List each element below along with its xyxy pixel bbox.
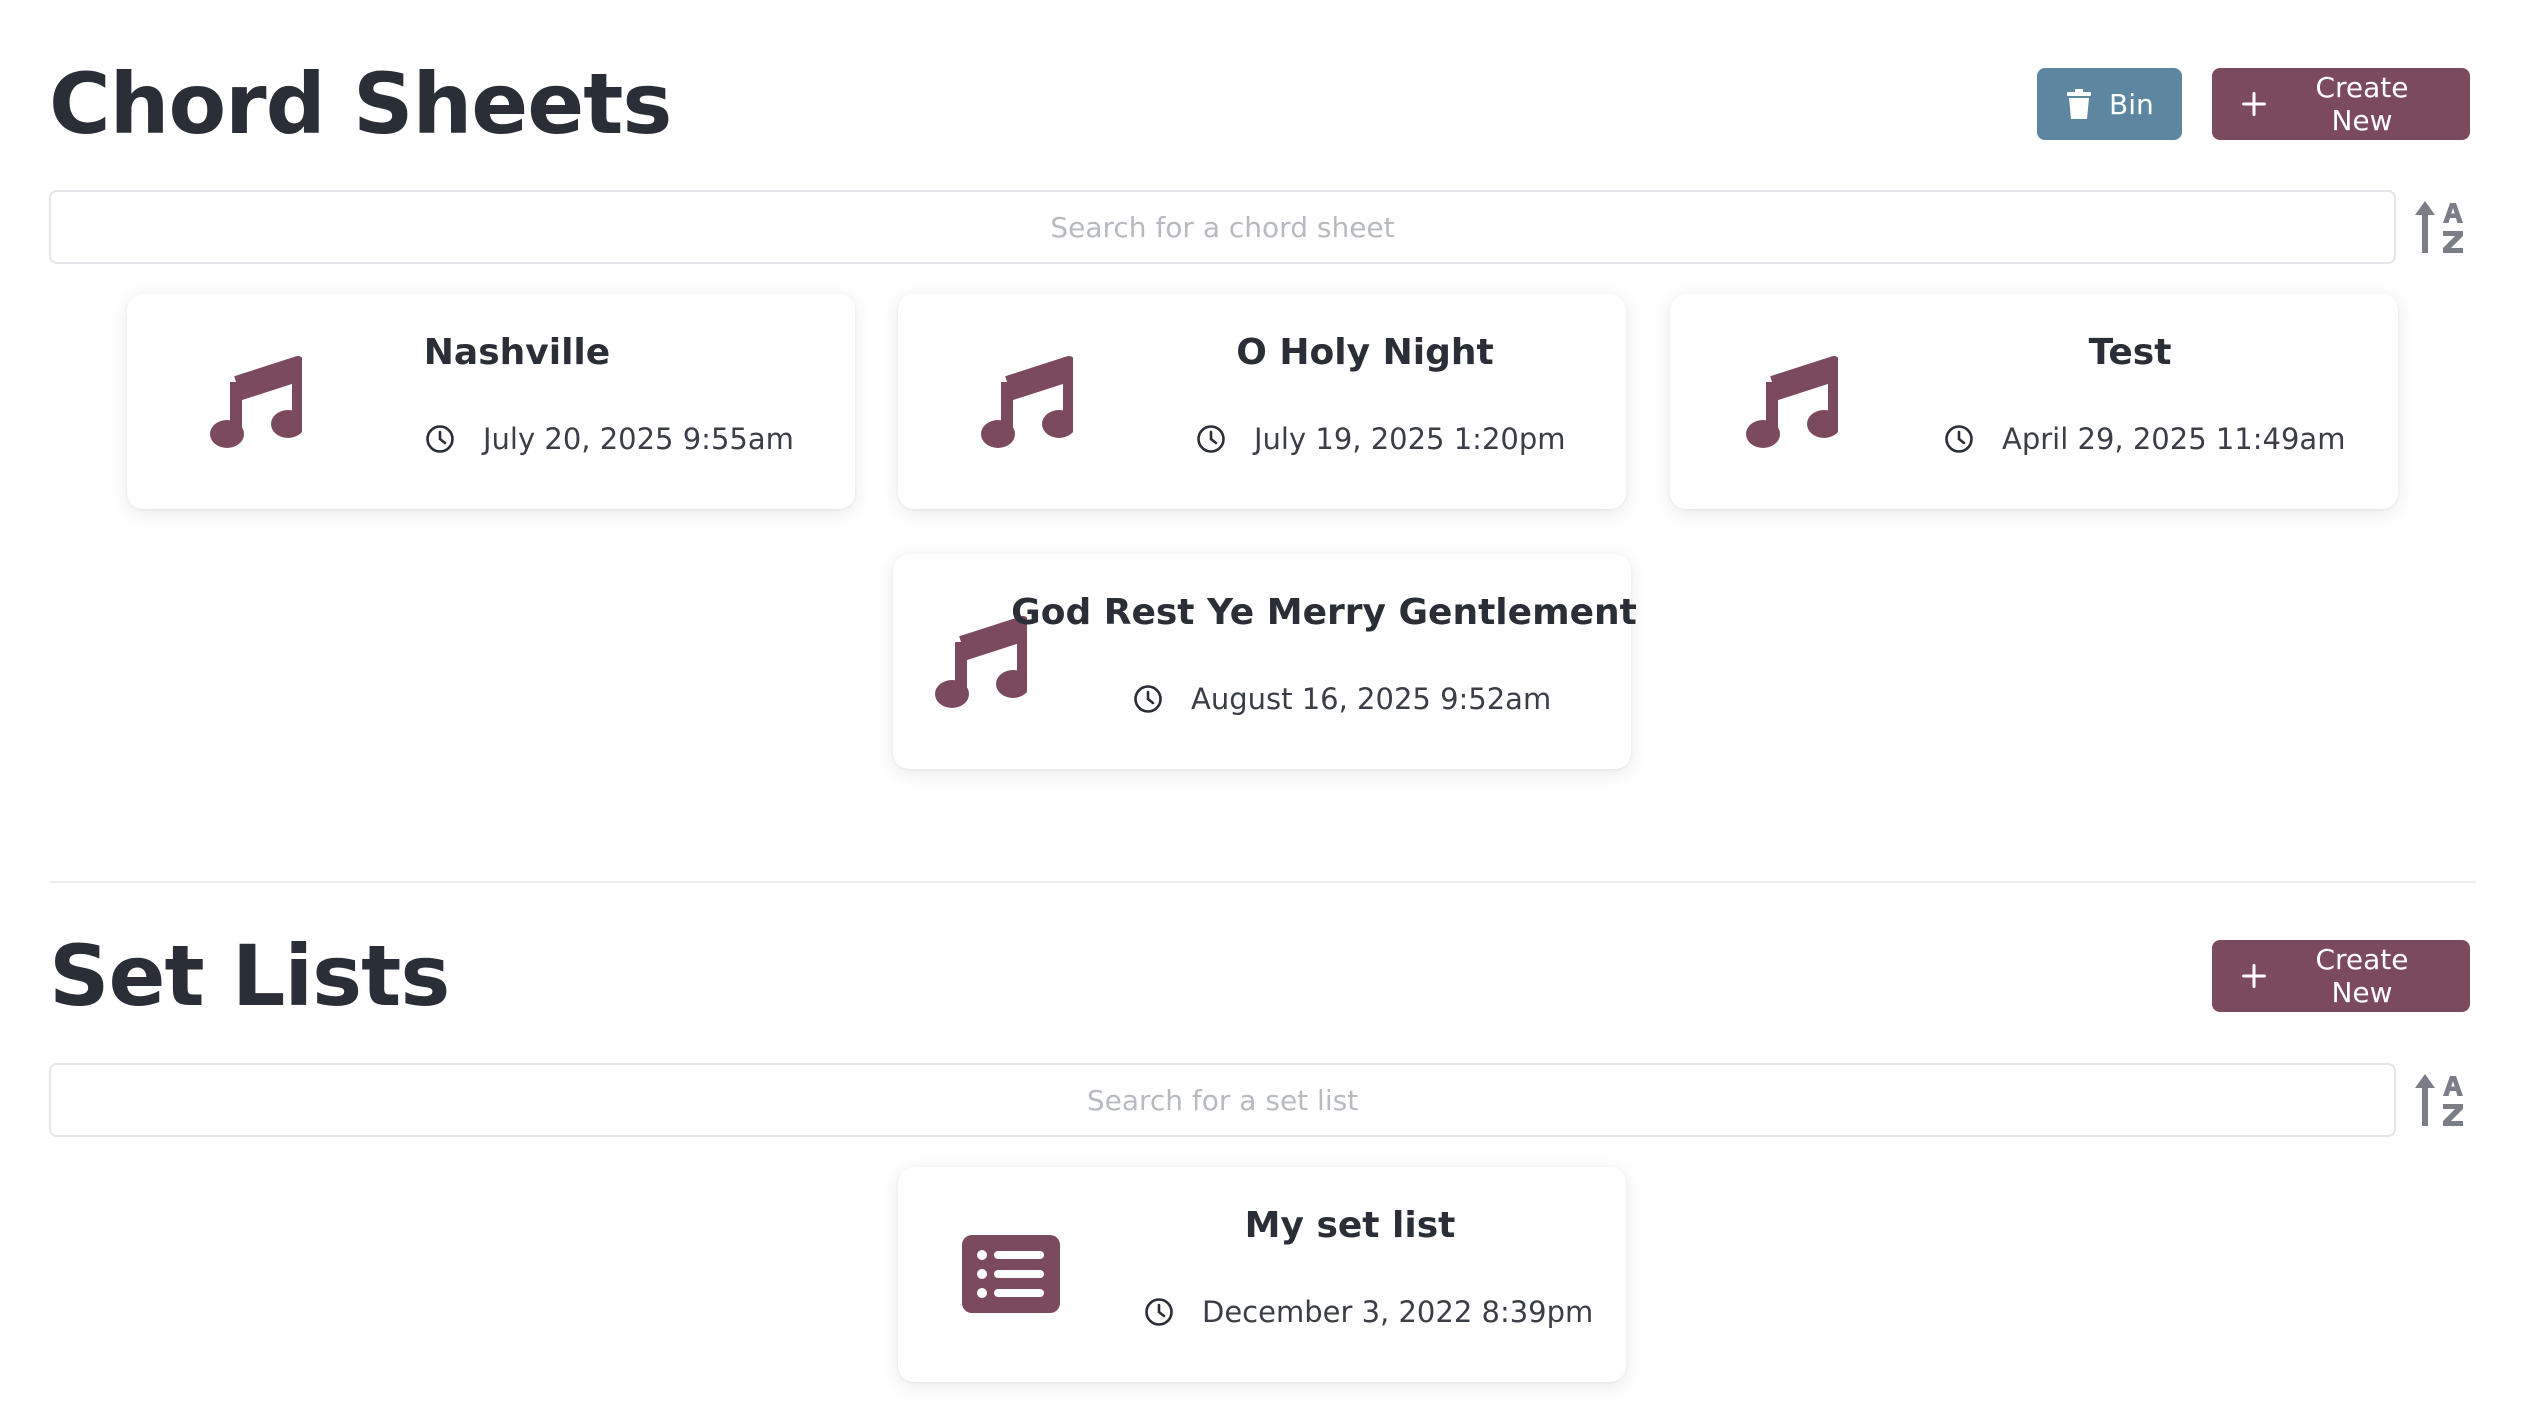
- chord-sheet-search-row: [49, 190, 2476, 264]
- plus-icon: [2242, 964, 2266, 988]
- set-lists-actions: Create New: [2212, 940, 2470, 1012]
- chord-sheets-actions: Bin Create New: [2037, 68, 2470, 140]
- card-date-text: April 29, 2025 11:49am: [2002, 422, 2346, 456]
- clock-icon: [1134, 685, 1162, 713]
- card-date-text: December 3, 2022 8:39pm: [1202, 1295, 1594, 1329]
- card-title: O Holy Night: [1236, 332, 1494, 373]
- create-set-list-button[interactable]: Create New: [2212, 940, 2470, 1012]
- card-title: Test: [2088, 332, 2172, 373]
- set-list-search-input[interactable]: [49, 1063, 2396, 1137]
- clock-icon: [426, 425, 454, 453]
- plus-icon: [2242, 92, 2266, 116]
- card-date: July 20, 2025 9:55am: [425, 422, 794, 456]
- chord-sheet-search-input[interactable]: [49, 190, 2396, 264]
- bin-button-label: Bin: [2109, 87, 2154, 121]
- chord-sheet-card[interactable]: O Holy Night July 19, 2025 1:20pm: [898, 294, 1626, 509]
- card-title: God Rest Ye Merry Gentlement: [1011, 592, 1637, 633]
- sort-alpha-icon: [2415, 1074, 2463, 1126]
- card-date-text: August 16, 2025 9:52am: [1191, 682, 1552, 716]
- chord-sheet-card[interactable]: Nashville July 20, 2025 9:55am: [127, 294, 855, 509]
- card-date: December 3, 2022 8:39pm: [1144, 1295, 1593, 1329]
- clock-icon: [1145, 1298, 1173, 1326]
- create-chord-sheet-button[interactable]: Create New: [2212, 68, 2470, 140]
- clock-icon: [1197, 425, 1225, 453]
- set-lists-header: Set Lists Create New: [49, 930, 2470, 1022]
- chord-sheet-card[interactable]: Test April 29, 2025 11:49am: [1670, 294, 2398, 509]
- create-button-label: Create New: [2315, 943, 2409, 1009]
- chord-sheet-card[interactable]: God Rest Ye Merry Gentlement August 16, …: [893, 554, 1637, 769]
- sort-alpha-icon: [2415, 201, 2463, 253]
- set-list-card[interactable]: My set list December 3, 2022 8:39pm: [898, 1167, 1626, 1382]
- card-title: Nashville: [423, 332, 611, 373]
- create-button-label: Create New: [2315, 71, 2409, 137]
- set-list-sort-button[interactable]: [2410, 1067, 2476, 1133]
- card-title: My set list: [1244, 1205, 1456, 1246]
- bin-button[interactable]: Bin: [2037, 68, 2182, 140]
- card-date-text: July 20, 2025 9:55am: [483, 422, 794, 456]
- set-lists-title: Set Lists: [49, 927, 450, 1025]
- card-date: April 29, 2025 11:49am: [1944, 422, 2345, 456]
- set-list-search-row: [49, 1063, 2476, 1137]
- list-icon: [962, 1235, 1060, 1313]
- music-note-icon: [210, 356, 302, 448]
- music-note-icon: [981, 356, 1073, 448]
- chord-sheets-header: Chord Sheets Bin Create New: [49, 58, 2470, 150]
- chord-sheet-sort-button[interactable]: [2410, 194, 2476, 260]
- music-note-icon: [1746, 356, 1838, 448]
- section-divider: [49, 881, 2476, 883]
- card-date: August 16, 2025 9:52am: [1133, 682, 1551, 716]
- chord-sheets-title: Chord Sheets: [49, 55, 672, 153]
- trash-icon: [2067, 89, 2091, 119]
- clock-icon: [1945, 425, 1973, 453]
- card-date-text: July 19, 2025 1:20pm: [1254, 422, 1566, 456]
- card-date: July 19, 2025 1:20pm: [1196, 422, 1566, 456]
